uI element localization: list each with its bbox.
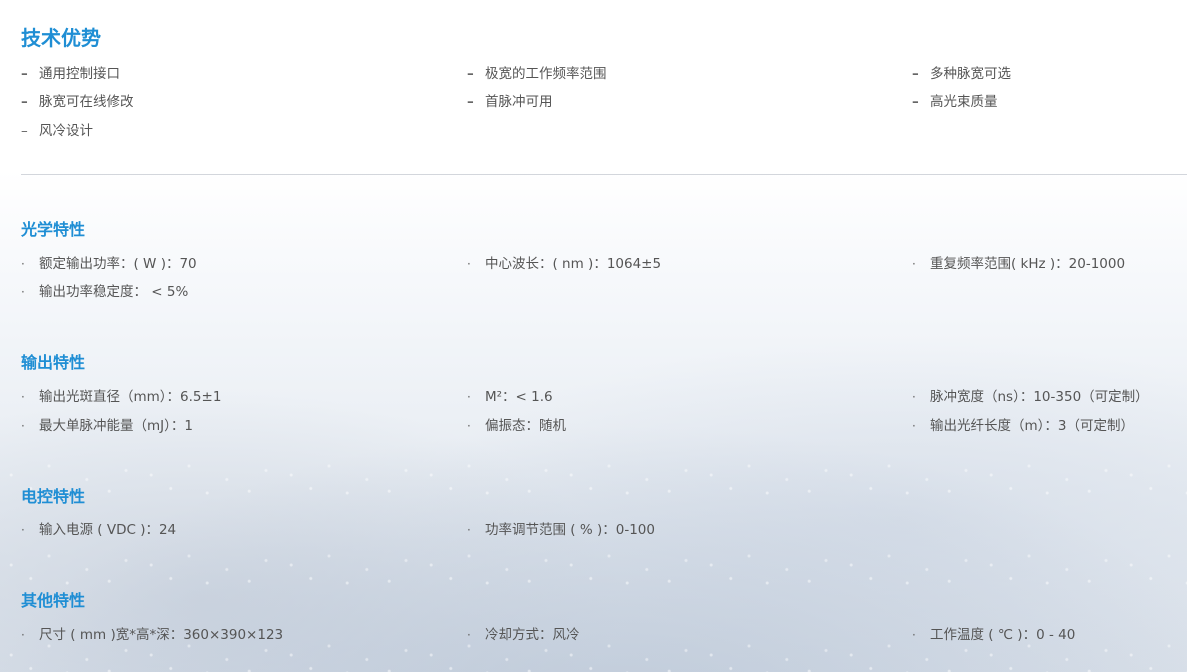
- optical-spec-item: · 中心波长：( nm )：1064±5: [467, 256, 662, 272]
- section-divider: [21, 174, 1187, 175]
- other-spec-item: · 冷却方式：风冷: [467, 627, 580, 643]
- dot-bullet-icon: ·: [912, 419, 916, 433]
- other-spec-item: · 尺寸 ( mm )宽*高*深：360×390×123: [21, 627, 284, 643]
- output-spec-item: · 脉冲宽度（ns）：10-350（可定制）: [912, 389, 1149, 405]
- electric-title: 电控特性: [21, 487, 86, 506]
- dash-bullet-icon: –: [912, 66, 919, 82]
- dot-bullet-icon: ·: [912, 628, 916, 642]
- dash-bullet-icon: –: [467, 66, 474, 82]
- dash-bullet-icon: –: [21, 94, 28, 110]
- dot-bullet-icon: ·: [467, 628, 471, 642]
- dot-bullet-icon: ·: [912, 390, 916, 404]
- other-title: 其他特性: [21, 591, 86, 610]
- dot-bullet-icon: ·: [21, 419, 25, 433]
- dash-bullet-icon: –: [21, 123, 28, 139]
- dot-bullet-icon: ·: [467, 390, 471, 404]
- advantage-item: – 首脉冲可用: [467, 94, 553, 110]
- advantage-item: – 极宽的工作频率范围: [467, 66, 607, 82]
- dot-bullet-icon: ·: [21, 390, 25, 404]
- dot-bullet-icon: ·: [467, 419, 471, 433]
- electric-spec-item: · 输入电源 ( VDC )：24: [21, 522, 177, 538]
- dot-bullet-icon: ·: [21, 628, 25, 642]
- output-spec-item: · 输出光斑直径（mm）：6.5±1: [21, 389, 222, 405]
- dash-bullet-icon: –: [467, 94, 474, 110]
- optical-spec-item: · 额定输出功率：( W )：70: [21, 256, 197, 272]
- dash-bullet-icon: –: [912, 94, 919, 110]
- dot-bullet-icon: ·: [467, 523, 471, 537]
- dot-bullet-icon: ·: [21, 285, 25, 299]
- output-title: 输出特性: [21, 353, 86, 372]
- advantage-item: – 脉宽可在线修改: [21, 94, 134, 110]
- optical-title: 光学特性: [21, 220, 86, 239]
- output-spec-item: · 最大单脉冲能量（mJ）：1: [21, 418, 193, 434]
- output-spec-item: · 偏振态：随机: [467, 418, 566, 434]
- electric-spec-item: · 功率调节范围 ( % )：0-100: [467, 522, 655, 538]
- output-spec-item: · 输出光纤长度（m）：3（可定制）: [912, 418, 1134, 434]
- dot-bullet-icon: ·: [21, 523, 25, 537]
- other-spec-item: · 工作温度 ( ℃ )：0 - 40: [912, 627, 1076, 643]
- optical-spec-item: · 重复频率范围( kHz )：20-1000: [912, 256, 1126, 272]
- output-spec-item: · M²：< 1.6: [467, 389, 553, 405]
- dot-bullet-icon: ·: [21, 257, 25, 271]
- advantages-title: 技术优势: [21, 26, 101, 50]
- dot-bullet-icon: ·: [912, 257, 916, 271]
- advantage-item: – 通用控制接口: [21, 66, 120, 82]
- advantage-item: – 高光束质量: [912, 94, 998, 110]
- optical-spec-item: · 输出功率稳定度： < 5%: [21, 284, 189, 300]
- advantage-item: – 风冷设计: [21, 123, 93, 139]
- advantage-item: – 多种脉宽可选: [912, 66, 1011, 82]
- dash-bullet-icon: –: [21, 66, 28, 82]
- dot-bullet-icon: ·: [467, 257, 471, 271]
